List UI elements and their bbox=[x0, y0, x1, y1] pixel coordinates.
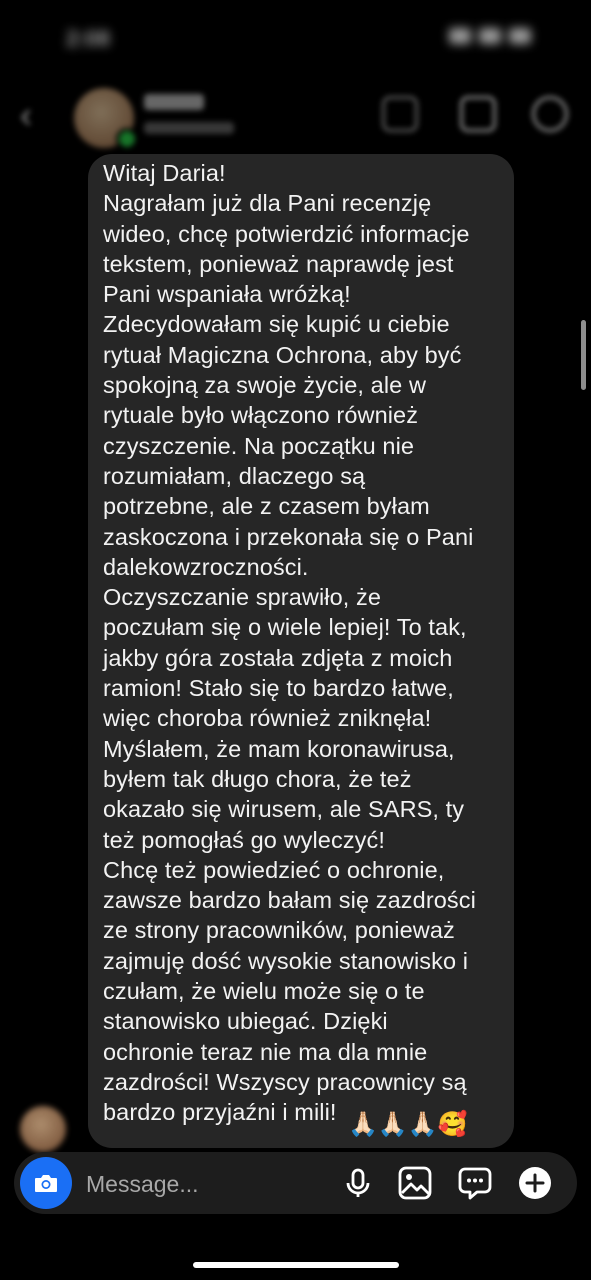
message-input[interactable] bbox=[86, 1168, 316, 1200]
message-line: Oczyszczanie sprawiło, że bbox=[103, 584, 382, 611]
message-line: tekstem, ponieważ naprawdę jest bbox=[103, 250, 454, 277]
message-line: okazało się wirusem, ale SARS, ty bbox=[103, 796, 465, 823]
video-call-icon[interactable] bbox=[382, 96, 418, 132]
message-emojis: 🙏🏻🙏🏻🙏🏻🥰 bbox=[348, 1111, 468, 1138]
message-line: potrzebne, ale z czasem byłam bbox=[103, 493, 430, 520]
image-gallery-icon[interactable] bbox=[397, 1165, 433, 1201]
message-line: ze strony pracowników, ponieważ bbox=[103, 917, 455, 944]
camera-icon bbox=[35, 1175, 57, 1192]
message-line: byłem tak długo chora, że też bbox=[103, 765, 412, 792]
message-line: zazdrości! Wszyscy pracownicy są bbox=[103, 1068, 467, 1095]
flag-icon[interactable] bbox=[460, 96, 496, 132]
message-line: ochronie teraz nie ma dla mnie bbox=[103, 1038, 428, 1065]
message-line: poczułam się o wiele lepiej! To tak, bbox=[103, 614, 467, 641]
message-line: dalekowzroczności. bbox=[103, 553, 309, 580]
message-line: stanowisko ubiegać. Dzięki bbox=[103, 1008, 388, 1035]
message-line: rytuał Magiczna Ochrona, aby być bbox=[103, 341, 462, 368]
back-arrow-icon[interactable]: ‹ bbox=[20, 94, 32, 136]
message-line: zaskoczona i przekonała się o Pani bbox=[103, 523, 474, 550]
message-line: więc choroba również zniknęła! bbox=[103, 705, 432, 732]
message-line: zajmuję dość wysokie stanowisko i bbox=[103, 947, 469, 974]
status-icons-blurred bbox=[449, 28, 531, 44]
online-status-dot bbox=[116, 128, 138, 150]
message-text: Witaj Daria! Nagrałam już dla Pani recenz… bbox=[103, 158, 503, 1128]
home-indicator[interactable] bbox=[193, 1262, 399, 1268]
camera-button[interactable] bbox=[20, 1157, 72, 1209]
message-line: wideo, chcę potwierdzić informacje bbox=[103, 220, 470, 247]
message-line: Zdecydowałam się kupić u ciebie bbox=[103, 311, 450, 338]
message-line: zawsze bardzo bałam się zazdrości bbox=[103, 887, 476, 914]
contact-name-redacted[interactable] bbox=[144, 94, 204, 110]
message-line: czyszczenie. Na początku nie bbox=[103, 432, 415, 459]
message-line: Chcę też powiedzieć o ochronie, bbox=[103, 856, 445, 883]
chat-bubble-icon[interactable] bbox=[457, 1165, 493, 1201]
status-time-blurred: 2:08 bbox=[66, 26, 111, 51]
message-line: spokojną za swoje życie, ale w bbox=[103, 372, 427, 399]
plus-circle-icon[interactable] bbox=[517, 1165, 553, 1201]
sender-avatar[interactable] bbox=[20, 1106, 66, 1152]
message-line: jakby góra została zdjęta z moich bbox=[103, 644, 453, 671]
message-line: rytuale było włączono również bbox=[103, 402, 419, 429]
more-options-icon[interactable] bbox=[532, 96, 568, 132]
chat-header: ‹ bbox=[0, 80, 591, 150]
message-line: Witaj Daria! bbox=[103, 160, 226, 186]
scrollbar[interactable] bbox=[581, 320, 586, 390]
message-line: czułam, że wielu może się o te bbox=[103, 978, 425, 1005]
message-line: Myślałem, że mam koronawirusa, bbox=[103, 735, 455, 762]
status-bar: 2:08 bbox=[0, 0, 591, 80]
message-line: Nagrałam już dla Pani recenzję bbox=[103, 190, 432, 217]
message-line: ramion! Stało się to bardzo łatwe, bbox=[103, 675, 454, 702]
message-line: Pani wspaniała wróżką! bbox=[103, 281, 351, 308]
microphone-icon[interactable] bbox=[340, 1165, 376, 1201]
message-line: też pomogłaś go wyleczyć! bbox=[103, 826, 386, 853]
message-line: rozumiałam, dlaczego są bbox=[103, 462, 366, 489]
contact-status-redacted bbox=[144, 122, 234, 134]
